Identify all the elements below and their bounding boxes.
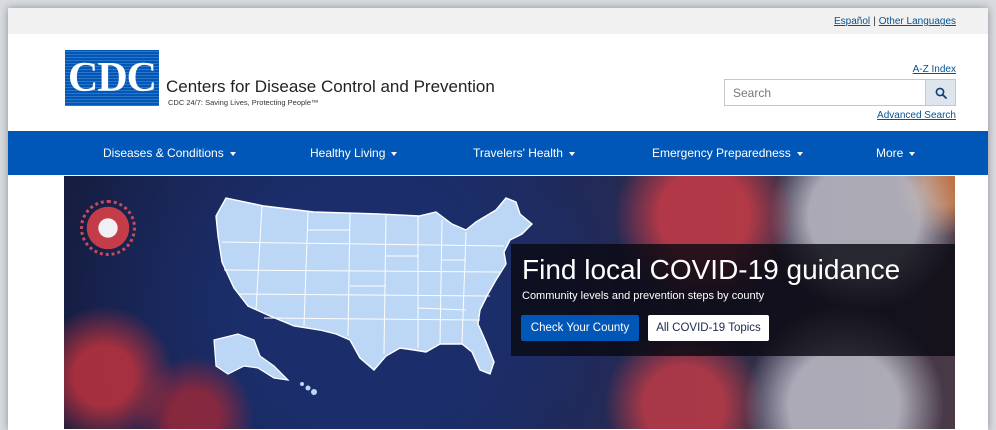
nav-item-more[interactable]: More — [876, 131, 916, 175]
search-box — [724, 79, 956, 106]
logo-text: CDC — [68, 55, 157, 101]
all-covid-topics-button[interactable]: All COVID-19 Topics — [648, 315, 769, 341]
caret-down-icon — [568, 151, 575, 156]
nav-item-label: Healthy Living — [310, 146, 386, 160]
nav-item-healthy-living[interactable]: Healthy Living — [310, 131, 398, 175]
caret-down-icon — [229, 151, 236, 156]
utility-bar: Español | Other Languages — [8, 8, 988, 34]
check-your-county-button[interactable]: Check Your County — [521, 315, 639, 341]
language-other-link[interactable]: Other Languages — [879, 16, 956, 27]
search-button[interactable] — [925, 80, 955, 105]
nav-item-label: More — [876, 146, 904, 160]
hero-subtitle: Community levels and prevention steps by… — [522, 290, 765, 302]
browser-frame: Español | Other Languages CDC Centers for … — [8, 8, 988, 430]
advanced-search-link[interactable]: Advanced Search — [877, 110, 956, 121]
virus-icon — [80, 200, 136, 256]
nav-item-label: Emergency Preparedness — [652, 146, 791, 160]
nav-item-label: Travelers' Health — [473, 146, 563, 160]
hero-title: Find local COVID-19 guidance — [522, 254, 901, 285]
nav-item-diseases-conditions[interactable]: Diseases & Conditions — [103, 131, 236, 175]
caret-down-icon — [796, 151, 803, 156]
search-input[interactable] — [725, 80, 925, 105]
hero-overlay: Find local COVID-19 guidance Community l… — [511, 244, 955, 356]
nav-item-travelers-health[interactable]: Travelers' Health — [473, 131, 575, 175]
language-links: Español | Other Languages — [834, 16, 956, 27]
hero-banner: Find local COVID-19 guidance Community l… — [64, 176, 955, 429]
tagline: CDC 24/7: Saving Lives, Protecting Peopl… — [168, 98, 319, 107]
org-name[interactable]: Centers for Disease Control and Preventi… — [166, 77, 495, 97]
caret-down-icon — [909, 151, 916, 156]
language-separator: | — [873, 16, 876, 27]
language-spanish-link[interactable]: Español — [834, 16, 870, 27]
nav-item-emergency-preparedness[interactable]: Emergency Preparedness — [652, 131, 803, 175]
main-nav: Diseases & Conditions Healthy Living Tra… — [8, 131, 988, 175]
nav-item-label: Diseases & Conditions — [103, 146, 224, 160]
search-icon — [935, 87, 947, 99]
cdc-logo[interactable]: CDC — [65, 50, 159, 106]
az-index-link[interactable]: A-Z Index — [913, 64, 956, 75]
caret-down-icon — [391, 151, 398, 156]
us-map-image — [213, 197, 534, 395]
